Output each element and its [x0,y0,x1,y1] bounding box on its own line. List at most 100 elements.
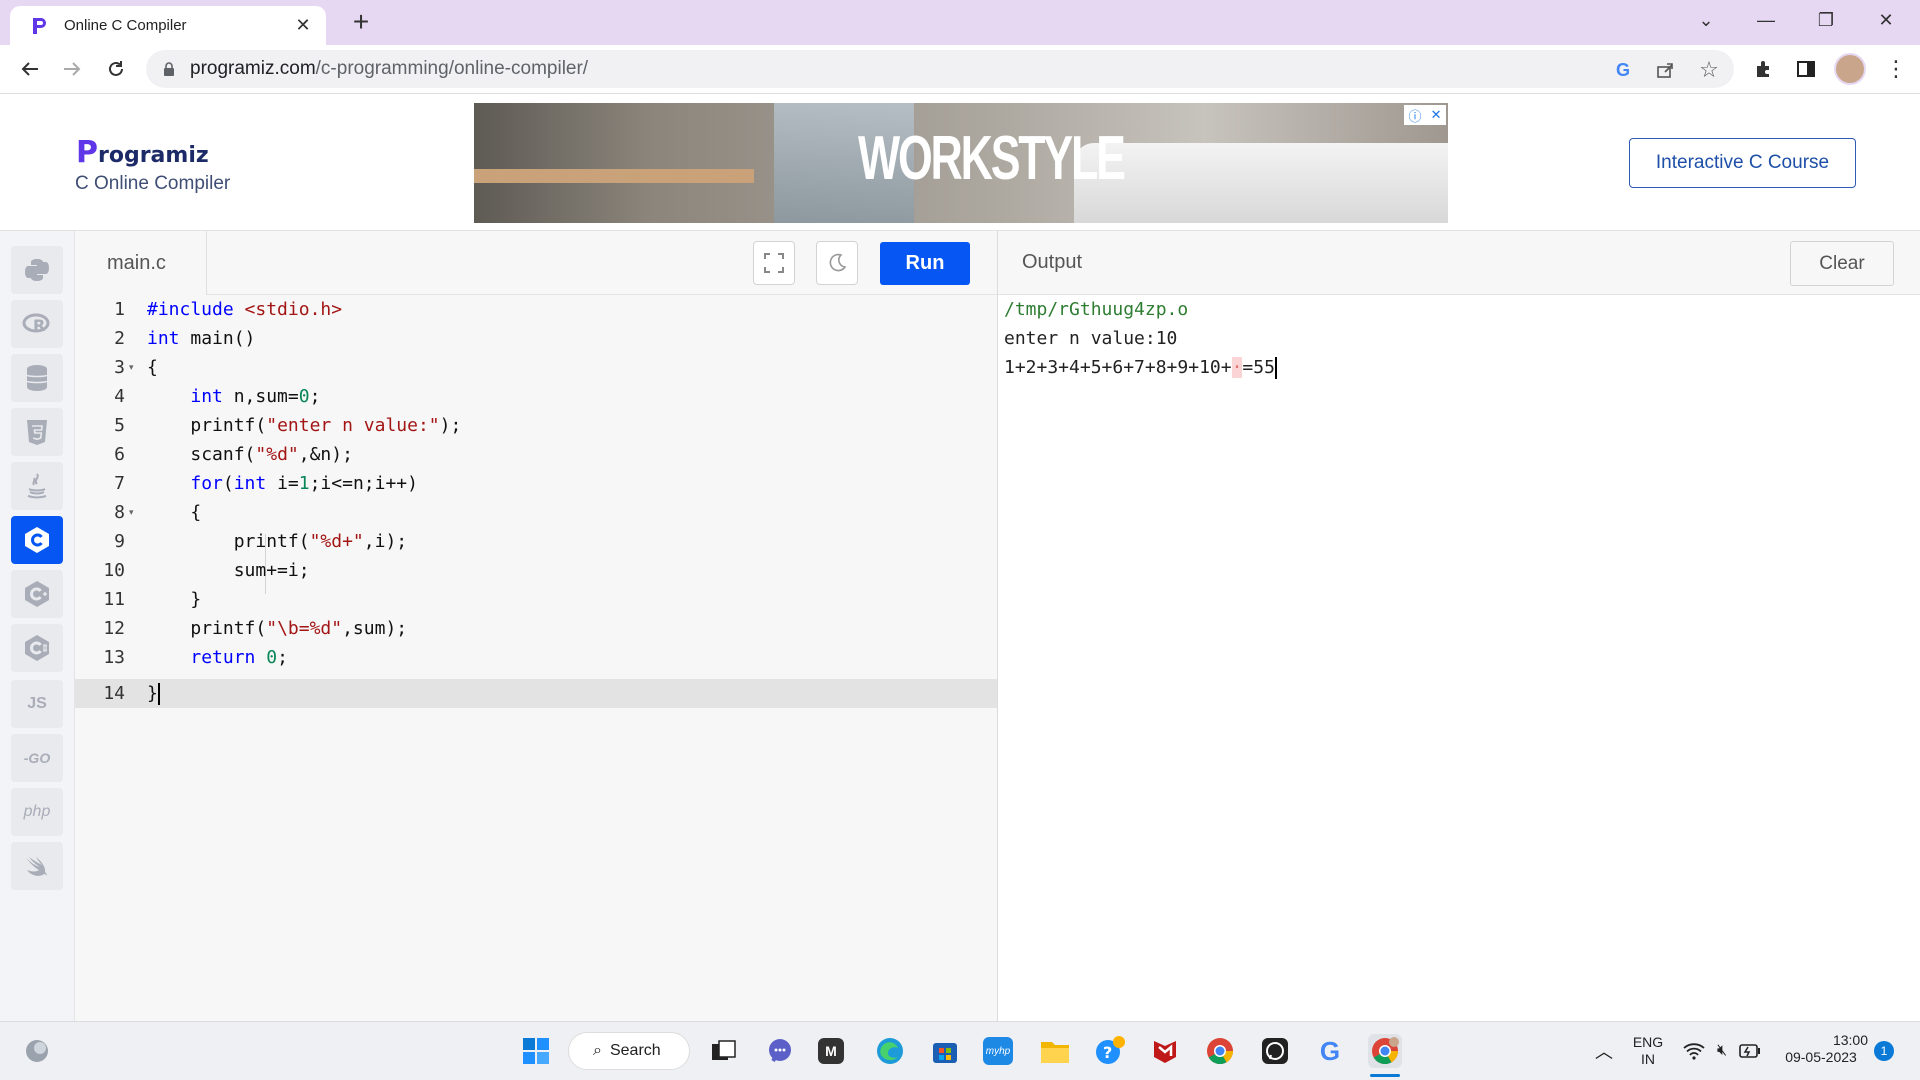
tray-chevron-icon[interactable]: ︿ [1587,1034,1621,1068]
line-number: 14 [103,683,125,704]
line-number: 9 [114,531,125,552]
code-line[interactable]: for(int i=1;i<=n;i++) [147,469,418,498]
code-line[interactable]: } [147,679,160,708]
restore-icon[interactable]: ❐ [1796,0,1856,40]
dark-mode-moon-icon[interactable] [816,241,858,285]
search-icon: ⌕ [593,1042,602,1059]
forward-icon[interactable] [56,53,88,85]
go-icon[interactable]: -GO [11,734,63,782]
fold-arrow-icon[interactable]: ▾ [129,353,139,382]
programiz-logo[interactable]: Programiz [76,135,209,170]
google-icon[interactable]: G [1313,1034,1347,1068]
profile-avatar[interactable] [1834,53,1866,85]
c-language-icon[interactable] [11,516,63,564]
run-button[interactable]: Run [880,242,970,285]
text-cursor [1274,357,1277,379]
code-line[interactable]: sum+=i; [147,556,310,585]
code-line[interactable]: } [147,585,201,614]
notification-badge[interactable]: 1 [1874,1041,1894,1061]
edge-icon[interactable] [873,1034,907,1068]
google-lens-icon[interactable]: G [1608,55,1638,85]
teams-chat-icon[interactable] [763,1034,797,1068]
fold-arrow-icon[interactable]: ▾ [129,498,139,527]
code-line[interactable]: #include <stdio.h> [147,295,342,324]
bookmark-star-icon[interactable]: ☆ [1694,55,1724,85]
share-icon[interactable] [1650,55,1680,85]
input-language[interactable]: ENG IN [1627,1034,1669,1068]
line-number: 13 [103,647,125,668]
back-icon[interactable] [14,53,46,85]
whatsapp-icon[interactable] [1258,1034,1292,1068]
code-line[interactable]: { [147,498,201,527]
line-number: 8 [114,502,125,523]
code-editor[interactable]: 1 2 3 ▾ 4 5 6 7 8 ▾ 9 10 11 12 13 14 #in… [75,295,997,1021]
code-line[interactable]: return 0; [147,643,288,672]
backspace-char: · [1231,357,1243,378]
adchoices-icon[interactable]: ⓘ ✕ [1404,105,1446,125]
browser-toolbar: programiz.com/c-programming/online-compi… [0,45,1920,94]
code-line[interactable]: scanf("%d",&n); [147,440,353,469]
line-number: 7 [114,473,125,494]
browser-menu-icon[interactable]: ⋮ [1880,53,1912,85]
csharp-icon[interactable] [11,624,63,672]
tab-close-icon[interactable]: ✕ [292,15,314,36]
tab-search-chevron-icon[interactable]: ⌄ [1676,0,1736,40]
extensions-icon[interactable] [1748,53,1780,85]
fullscreen-icon[interactable] [753,241,795,285]
output-result-line: 1+2+3+4+5+6+7+8+9+10+·=55 [1004,357,1277,379]
new-tab-icon[interactable]: + [346,8,376,36]
ms-store-icon[interactable] [928,1034,962,1068]
myhp-icon[interactable]: myhp [983,1037,1013,1065]
minimize-icon[interactable]: — [1736,0,1796,40]
start-windows-icon[interactable] [519,1034,553,1068]
code-line[interactable]: { [147,353,158,382]
r-language-icon[interactable]: R [11,300,63,348]
java-icon[interactable] [11,462,63,510]
browser-tab[interactable]: Online C Compiler ✕ [10,6,326,45]
editor-cursor [157,683,160,705]
line-number: 3 [114,357,125,378]
editor-header: main.c Run [75,231,997,295]
cpp-icon[interactable] [11,570,63,618]
php-icon[interactable]: php [11,788,63,836]
clear-button[interactable]: Clear [1790,241,1894,286]
line-number: 11 [103,589,125,610]
battery-icon[interactable] [1733,1034,1767,1068]
line-number: 1 [114,299,125,320]
taskbar-search[interactable]: ⌕ Search [568,1032,690,1070]
address-bar[interactable]: programiz.com/c-programming/online-compi… [146,50,1734,88]
active-app-indicator [1370,1074,1400,1077]
ad-banner[interactable]: WORKSTYLE ⓘ ✕ [474,103,1448,223]
clock[interactable]: 13:00 09-05-2023 [1774,1032,1868,1066]
m-app-icon[interactable]: M [818,1038,844,1064]
interactive-course-button[interactable]: Interactive C Course [1629,138,1856,188]
chrome-profile-active-icon[interactable] [1368,1034,1402,1068]
chrome-icon[interactable] [1203,1034,1237,1068]
code-line[interactable]: printf("enter n value:"); [147,411,461,440]
code-line[interactable]: int n,sum=0; [147,382,320,411]
file-explorer-icon[interactable] [1038,1034,1072,1068]
code-line[interactable]: printf("%d+",i); [147,527,407,556]
svg-text:?: ? [1103,1043,1112,1062]
lock-icon [164,62,174,76]
task-view-icon[interactable] [707,1034,741,1068]
python-icon[interactable] [11,246,63,294]
output-prompt-line: enter n value:10 [1004,328,1178,349]
window-close-icon[interactable]: ✕ [1856,0,1916,40]
sql-database-icon[interactable] [11,354,63,402]
file-tab-main-c[interactable]: main.c [75,231,207,295]
output-console[interactable]: /tmp/rGthuug4zp.o enter n value:10 1+2+3… [998,295,1920,1021]
reload-icon[interactable] [100,53,132,85]
code-line[interactable]: printf("\b=%d",sum); [147,614,407,643]
code-line[interactable]: int main() [147,324,255,353]
widgets-icon[interactable] [20,1034,54,1068]
windows-taskbar: ⌕ Search M myhp ? G ︿ ENG IN 🔇︎ 13:00 09-05… [0,1021,1920,1080]
swift-icon[interactable] [11,842,63,890]
site-header: Programiz C Online Compiler WORKSTYLE ⓘ ✕… [0,95,1920,231]
javascript-icon[interactable]: JS [11,680,63,728]
page-subtitle: C Online Compiler [75,173,231,194]
mcafee-icon[interactable] [1148,1034,1182,1068]
html5-icon[interactable] [11,408,63,456]
help-icon[interactable]: ? [1093,1034,1127,1068]
side-panel-icon[interactable] [1790,53,1822,85]
